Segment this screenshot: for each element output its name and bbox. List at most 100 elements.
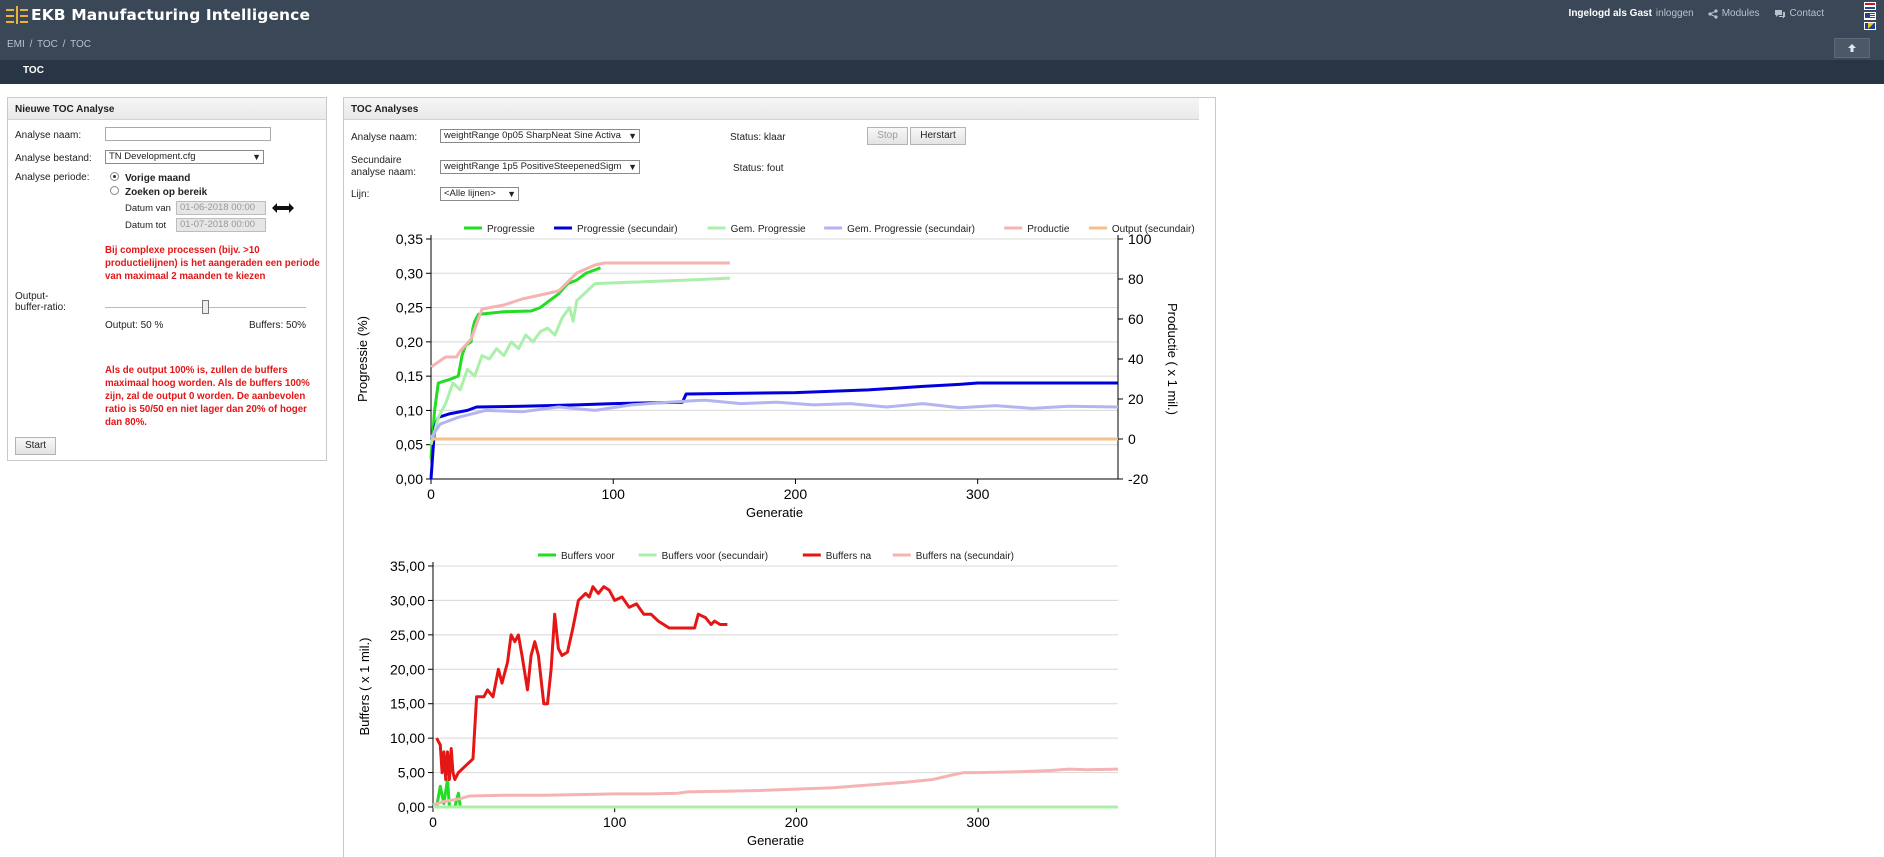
breadcrumb-emi[interactable]: EMI — [7, 39, 25, 50]
legend-label: Output (secundair) — [1112, 224, 1195, 235]
contact-label: Contact — [1789, 8, 1824, 19]
y2-tick-label: -20 — [1128, 471, 1148, 487]
status-secondary: Status: fout — [733, 163, 784, 174]
y-tick-label: 0,35 — [396, 231, 423, 247]
breadcrumb-current: TOC — [70, 39, 91, 50]
analysis-file-value: TN Development.cfg — [109, 151, 196, 162]
y-tick-label: 0,00 — [396, 471, 423, 487]
y-tick-label: 0,20 — [396, 334, 423, 350]
x-tick-label: 300 — [966, 814, 990, 830]
secondary-analysis-select[interactable]: weightRange 1p5 PositiveSteepenedSigm ▼ — [440, 160, 640, 174]
y-tick-label: 0,15 — [396, 368, 423, 384]
analysis-name-value: weightRange 0p05 SharpNeat Sine Activa — [444, 130, 621, 141]
tab-toc[interactable]: TOC — [23, 65, 44, 76]
legend-label: Progressie (secundair) — [577, 224, 678, 235]
progress-chart: 0,000,050,100,150,200,250,300,350 100 200 3… — [355, 224, 1195, 520]
new-analysis-panel: Nieuwe TOC Analyse Analyse naam: Analyse… — [7, 97, 327, 461]
analysis-file-label: Analyse bestand: — [15, 153, 92, 164]
date-from-label: Datum van — [125, 203, 171, 214]
series-line-3 — [432, 767, 1119, 807]
dropdown-arrow-icon: ▼ — [507, 189, 516, 199]
series-line-1 — [429, 381, 1118, 480]
breadcrumb-sep: / — [62, 39, 66, 50]
legend-label: Buffers na (secundair) — [916, 551, 1014, 562]
scroll-top-button[interactable] — [1834, 38, 1870, 58]
us-flag-icon[interactable] — [1864, 12, 1876, 20]
x-tick-label: 0 — [429, 814, 437, 830]
line-label: Lijn: — [351, 189, 370, 200]
x-tick-label: 200 — [785, 814, 809, 830]
output-percentage: Output: 50 % — [105, 320, 164, 331]
tab-bar: TOC — [0, 60, 1884, 84]
series-line-0 — [429, 266, 602, 459]
language-flags — [1864, 2, 1876, 32]
ratio-warning: Als de output 100% is, zullen de buffers… — [105, 365, 310, 428]
buffers-percentage: Buffers: 50% — [249, 320, 307, 331]
line-value: <Alle lijnen> — [444, 188, 496, 199]
series-line-0 — [433, 778, 1118, 809]
y-tick-label: 5,00 — [398, 765, 425, 781]
buffers-chart: 0,00 5,00 10,00 15,00 20,00 25,00 30,00 35,00 0 1… — [357, 551, 1119, 848]
contact-link[interactable]: Contact — [1774, 8, 1824, 19]
x-tick-label: 300 — [966, 486, 990, 502]
logo[interactable]: EKB Manufacturing Intelligence — [6, 3, 310, 27]
x-tick-label: 100 — [603, 814, 627, 830]
y-tick-label: 0,10 — [396, 402, 423, 418]
y-tick-label: 0,25 — [396, 300, 423, 316]
y-tick-label: 0,00 — [398, 799, 425, 815]
status-primary: Status: klaar — [730, 132, 786, 143]
arrow-up-icon — [1848, 44, 1856, 52]
dropdown-arrow-icon: ▼ — [252, 152, 261, 162]
series-line-2 — [429, 276, 730, 446]
y-tick-label: 35,00 — [390, 558, 425, 574]
radio-previous-month[interactable] — [110, 172, 119, 181]
y2-tick-label: 60 — [1128, 311, 1144, 327]
dutch-flag-icon[interactable] — [1864, 2, 1876, 10]
chat-icon — [1774, 9, 1785, 18]
x-tick-label: 0 — [427, 486, 435, 502]
y2-tick-label: 80 — [1128, 271, 1144, 287]
radio-search-range-label: Zoeken op bereik — [125, 187, 208, 198]
app-title: EKB Manufacturing Intelligence — [31, 6, 311, 24]
dropdown-arrow-icon: ▼ — [628, 131, 637, 141]
analysis-name-input[interactable] — [105, 127, 271, 141]
secondary-label-line1: Secundaire — [351, 155, 402, 166]
date-to-input[interactable]: 01-07-2018 00:00 — [176, 218, 266, 232]
legend-label: Progressie — [487, 224, 535, 235]
swap-dates-icon[interactable] — [272, 202, 294, 214]
x-tick-label: 200 — [784, 486, 808, 502]
analysis-name-select[interactable]: weightRange 0p05 SharpNeat Sine Activa ▼ — [440, 129, 640, 143]
breadcrumb-toc[interactable]: TOC — [37, 39, 58, 50]
radio-previous-month-label: Vorige maand — [125, 173, 191, 184]
radio-search-range[interactable] — [110, 186, 119, 195]
restart-button[interactable]: Herstart — [910, 127, 966, 145]
logo-icon — [6, 4, 28, 26]
line-select[interactable]: <Alle lijnen> ▼ — [440, 187, 519, 201]
legend-label: Productie — [1027, 224, 1070, 235]
date-from-input[interactable]: 01-06-2018 00:00 — [176, 201, 266, 215]
bosnian-flag-icon[interactable] — [1864, 22, 1876, 30]
login-link[interactable]: inloggen — [1656, 8, 1694, 19]
y2-tick-label: 40 — [1128, 351, 1144, 367]
analysis-file-select[interactable]: TN Development.cfg ▼ — [105, 150, 264, 164]
y-tick-label: 25,00 — [390, 627, 425, 643]
x-axis-label: Generatie — [746, 505, 803, 520]
top-nav: Ingelogd als Gast inloggen Modules Conta… — [1569, 8, 1824, 19]
share-icon — [1708, 8, 1718, 19]
legend-label: Buffers voor — [561, 551, 615, 562]
ratio-slider-thumb[interactable] — [201, 300, 209, 314]
x-tick-label: 100 — [602, 486, 626, 502]
modules-label: Modules — [1721, 8, 1760, 19]
y-tick-label: 20,00 — [390, 661, 425, 677]
start-button[interactable]: Start — [15, 437, 56, 455]
legend-label: Buffers voor (secundair) — [662, 551, 769, 562]
modules-link[interactable]: Modules — [1708, 8, 1760, 19]
y-axis-label: Buffers ( x 1 mil.) — [357, 637, 372, 735]
y2-tick-label: 0 — [1128, 431, 1136, 447]
legend-label: Gem. Progressie (secundair) — [847, 224, 975, 235]
stop-button[interactable]: Stop — [867, 127, 908, 145]
y-axis-label: Progressie (%) — [355, 316, 370, 402]
y-tick-label: 10,00 — [390, 730, 425, 746]
period-warning: Bij complexe processen (bijv. >10 produc… — [105, 245, 320, 282]
toc-analyses-title: TOC Analyses — [344, 98, 1199, 120]
